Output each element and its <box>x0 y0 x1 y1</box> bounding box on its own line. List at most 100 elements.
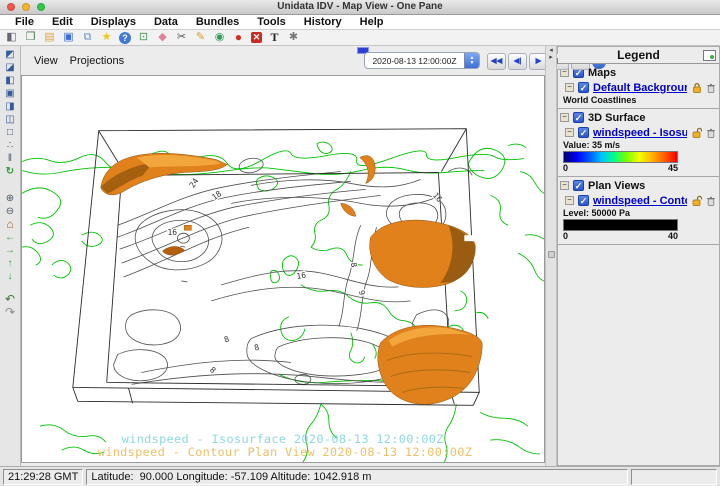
windspeed-colorbar[interactable] <box>563 151 678 163</box>
text-tool-icon[interactable]: T <box>268 31 281 44</box>
new-display-icon[interactable]: ❐ <box>24 31 37 44</box>
lock-icon[interactable] <box>691 82 703 94</box>
save-bundle-icon[interactable]: ▣ <box>62 31 75 44</box>
go-to-first-button[interactable]: ◀◀ <box>487 53 506 70</box>
globe-icon[interactable]: ◉ <box>213 31 226 44</box>
panel-splitter[interactable]: ◂▸ <box>545 46 557 466</box>
trash-icon[interactable] <box>705 82 717 94</box>
contour-colorbar[interactable] <box>563 219 678 231</box>
svg-text:8: 8 <box>208 365 218 375</box>
map-3d-viewport[interactable]: 24 18 16 16 16 8 9 8 8 8 <box>21 75 545 463</box>
status-bar: 21:29:28 GMT Latitude: 90.000 Longitude:… <box>0 466 720 486</box>
contour-plan-link[interactable]: windspeed - Contour Pl... <box>593 195 687 207</box>
menu-help[interactable]: Help <box>351 16 393 28</box>
menu-displays[interactable]: Displays <box>82 16 145 28</box>
splitter-handle[interactable] <box>548 251 555 258</box>
isosurface-display-label: windspeed - Isosurface 2020-08-13 12:00:… <box>122 432 444 446</box>
minimize-window-button[interactable] <box>22 3 30 11</box>
contour-level-label: Level: 50000 Pa <box>560 208 717 219</box>
copy-display-icon[interactable]: ⧉ <box>81 31 94 44</box>
redo-icon[interactable]: ↷ <box>3 306 18 319</box>
edit-pencil-icon[interactable]: ✎ <box>194 31 207 44</box>
time-stepper[interactable]: ▲▼ <box>464 53 479 68</box>
record-icon[interactable]: ● <box>232 31 245 44</box>
splitter-collapse-arrows[interactable]: ◂▸ <box>546 47 556 61</box>
menu-projections[interactable]: Projections <box>70 55 134 67</box>
main-toolbar: ◧ ❐ ▤ ▣ ⧉ ★ ? ⊡ ◆ ✂ ✎ ◉ ● ✕ T ✱ <box>0 30 720 46</box>
legend-header: Legend <box>558 47 719 64</box>
view-menu-bar: View Projections 2020-08-13 12:00:00Z ▲▼… <box>21 46 545 75</box>
collapse-isosurface-icon[interactable]: − <box>565 128 574 137</box>
step-back-button[interactable]: ◀| <box>508 53 527 70</box>
cursor-position-readout: Latitude: 90.000 Longitude: -57.109 Alti… <box>86 469 628 485</box>
stop-delete-icon[interactable]: ✕ <box>251 32 262 43</box>
background-maps-checkbox[interactable]: ✓ <box>578 82 589 93</box>
collapse-background-maps-icon[interactable]: − <box>565 83 574 92</box>
main-area: ◩ ◪ ◧ ▣ ◨ ◫ □ ∴ ‖ ↻ ⊕ ⊖ ⌂ ← → ↑ ↓ ↶ ↷ Vi… <box>0 46 720 466</box>
menu-edit[interactable]: Edit <box>43 16 82 28</box>
menu-tools[interactable]: Tools <box>248 16 295 28</box>
menu-history[interactable]: History <box>295 16 351 28</box>
svg-text:9: 9 <box>357 289 367 296</box>
close-window-button[interactable] <box>7 3 15 11</box>
view-cube-top-icon[interactable]: ◩ <box>3 48 18 61</box>
isosurface-checkbox[interactable]: ✓ <box>578 127 589 138</box>
vertical-scale-icon[interactable]: ‖ <box>3 152 18 165</box>
menu-bundles[interactable]: Bundles <box>187 16 248 28</box>
auto-rotate-icon[interactable]: ↻ <box>3 165 18 178</box>
section-title-3d-surface: 3D Surface <box>588 112 645 124</box>
view-cube-front-icon[interactable]: ◫ <box>3 113 18 126</box>
time-select-combobox[interactable]: 2020-08-13 12:00:00Z ▲▼ <box>364 52 480 69</box>
clock-readout: 21:29:28 GMT <box>3 469 83 485</box>
view-cube-bottom-icon[interactable]: ◪ <box>3 61 18 74</box>
float-legend-icon[interactable] <box>703 50 716 61</box>
surface-visibility-checkbox[interactable]: ✓ <box>573 112 584 123</box>
view-cube-left-icon[interactable]: ◧ <box>3 74 18 87</box>
show-dashboard-icon[interactable]: ◧ <box>5 31 18 44</box>
reset-projection-icon[interactable]: □ <box>3 126 18 139</box>
collapse-3d-surface-icon[interactable]: − <box>560 113 569 122</box>
unlock-icon[interactable] <box>691 195 703 207</box>
menu-file[interactable]: File <box>6 16 43 28</box>
eraser-icon[interactable]: ◆ <box>156 31 169 44</box>
coastlines-layer <box>22 142 544 462</box>
menu-bar: File Edit Displays Data Bundles Tools Hi… <box>0 15 720 30</box>
zoom-in-globe-icon[interactable]: ⊕ <box>3 192 18 205</box>
trash-icon[interactable] <box>705 127 717 139</box>
menu-view[interactable]: View <box>34 55 68 67</box>
perspective-axes-icon[interactable]: ∴ <box>3 139 18 152</box>
settings-gear-icon[interactable]: ✱ <box>287 31 300 44</box>
view-cube-center-icon[interactable]: ▣ <box>3 87 18 100</box>
plan-views-visibility-checkbox[interactable]: ✓ <box>573 180 584 191</box>
zoom-window-button[interactable] <box>37 3 45 11</box>
help-icon[interactable]: ? <box>119 32 131 44</box>
background-maps-link[interactable]: Default Background Maps <box>593 82 687 94</box>
map-scene: 24 18 16 16 16 8 9 8 8 8 <box>22 76 544 462</box>
time-value: 2020-08-13 12:00:00Z <box>365 56 464 66</box>
contour-bar-max: 40 <box>668 231 678 241</box>
pan-up-icon[interactable]: ↑ <box>3 257 18 270</box>
contour-display-label: windspeed - Contour Plan View 2020-08-13… <box>98 445 473 459</box>
title-bar: Unidata IDV - Map View - One Pane <box>0 0 720 15</box>
section-title-plan-views: Plan Views <box>588 180 645 192</box>
menu-data[interactable]: Data <box>145 16 187 28</box>
pan-down-icon[interactable]: ↓ <box>3 270 18 283</box>
collapse-contour-icon[interactable]: − <box>565 196 574 205</box>
isosurface-link[interactable]: windspeed - Isosurface <box>593 127 687 139</box>
pan-left-icon[interactable]: ← <box>3 231 18 244</box>
svg-text:16: 16 <box>167 228 177 237</box>
export-image-icon[interactable]: ⊡ <box>137 31 150 44</box>
view-cube-right-icon[interactable]: ◨ <box>3 100 18 113</box>
contour-bar-min: 0 <box>563 231 568 241</box>
display-labels: windspeed - Isosurface 2020-08-13 12:00:… <box>98 432 473 459</box>
favorites-star-icon[interactable]: ★ <box>100 31 113 44</box>
cut-icon[interactable]: ✂ <box>175 31 188 44</box>
pan-right-icon[interactable]: → <box>3 244 18 257</box>
collapse-plan-views-icon[interactable]: − <box>560 181 569 190</box>
trash-icon[interactable] <box>705 195 717 207</box>
open-bundle-icon[interactable]: ▤ <box>43 31 56 44</box>
contour-plan-checkbox[interactable]: ✓ <box>578 195 589 206</box>
home-view-icon[interactable]: ⌂ <box>3 218 18 231</box>
legend-section-maps: − ✓ Maps − ✓ Default Background Maps Wor… <box>558 64 719 109</box>
unlock-icon[interactable] <box>691 127 703 139</box>
